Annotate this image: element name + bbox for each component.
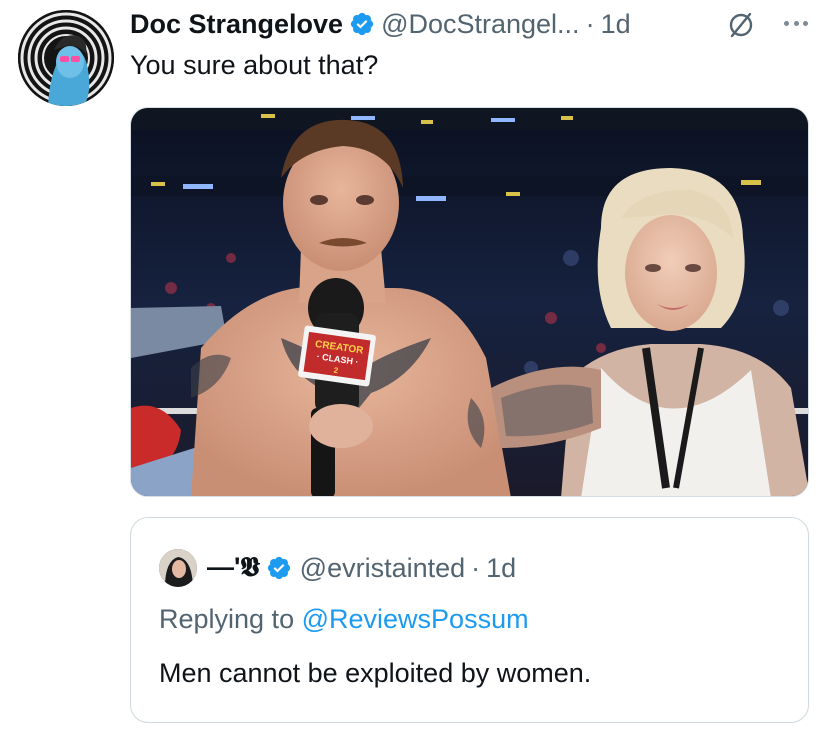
quoted-author-avatar[interactable]: [159, 549, 197, 587]
quoted-tweet-header: —'𝖁 @evristainted · 1d: [159, 548, 516, 588]
replying-to-line: Replying to @ReviewsPossum: [159, 604, 529, 635]
tweet-header: Doc Strangelove @DocStrangel... · 1d: [130, 6, 631, 42]
slashed-circle-icon[interactable]: [724, 8, 758, 42]
profile-avatar[interactable]: [18, 10, 114, 106]
verified-badge-icon: [267, 556, 290, 580]
verified-badge-icon: [350, 12, 374, 36]
tweet-photo[interactable]: CREATOR · CLASH · 2: [130, 107, 809, 497]
author-handle[interactable]: @DocStrangel...: [381, 9, 580, 40]
quoted-tweet-timestamp[interactable]: 1d: [486, 553, 516, 584]
quoted-tweet-text: Men cannot be exploited by women.: [159, 658, 592, 688]
more-options-icon[interactable]: [778, 8, 814, 38]
replying-to-label: Replying to: [159, 604, 295, 634]
separator-dot: ·: [471, 552, 481, 583]
tweet-card[interactable]: Doc Strangelove @DocStrangel... · 1d You…: [0, 0, 828, 737]
quoted-author-name[interactable]: —'𝖁: [207, 552, 260, 584]
tweet-text: You sure about that?: [130, 50, 379, 80]
author-display-name[interactable]: Doc Strangelove: [130, 9, 343, 40]
separator-dot: ·: [585, 8, 595, 39]
replying-to-mention-link[interactable]: @ReviewsPossum: [302, 604, 529, 634]
quoted-author-handle[interactable]: @evristainted: [300, 553, 465, 584]
tweet-timestamp[interactable]: 1d: [601, 9, 631, 40]
quoted-tweet[interactable]: —'𝖁 @evristainted · 1d Replying to @Revi…: [130, 517, 809, 723]
